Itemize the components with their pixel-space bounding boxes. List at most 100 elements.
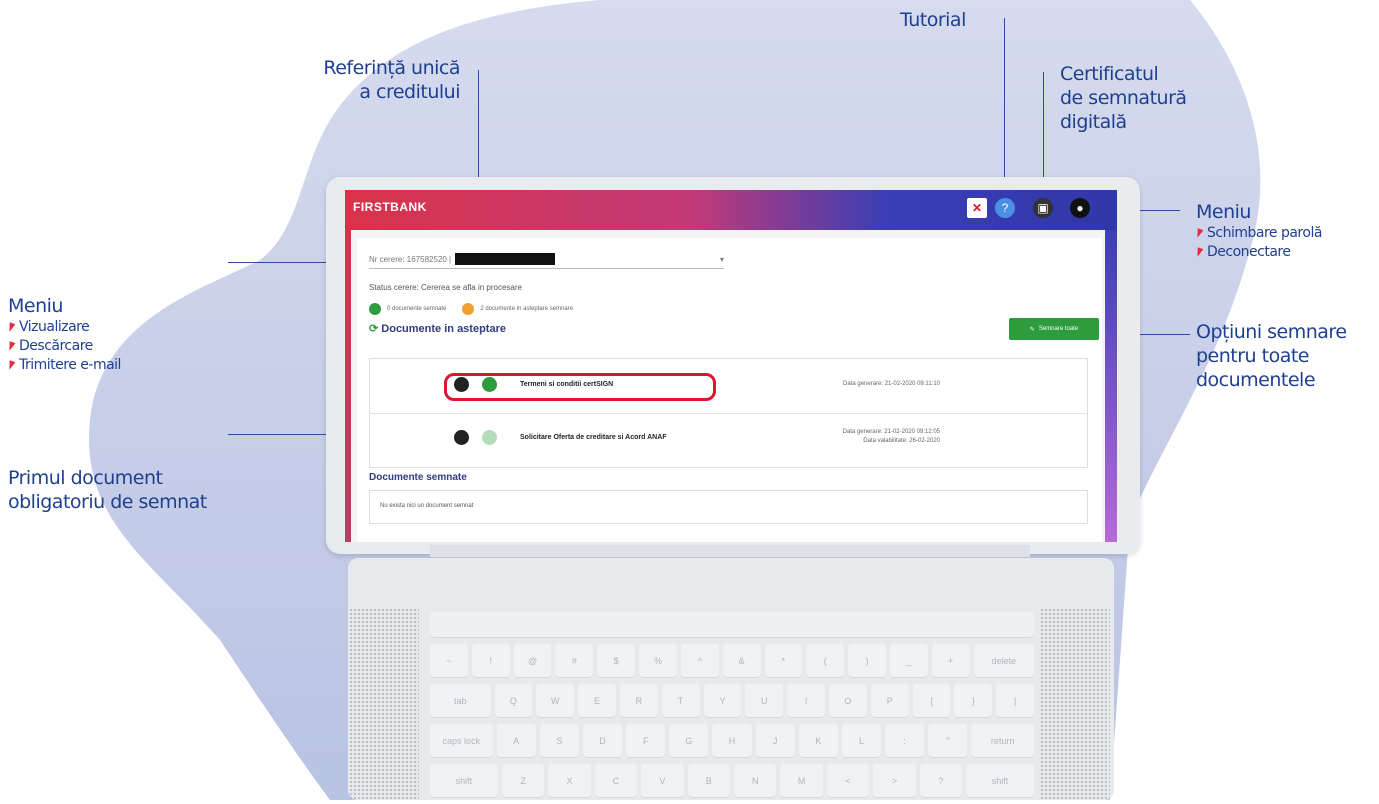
bullet-icon: [6, 322, 16, 333]
document-menu-icon[interactable]: [454, 430, 469, 445]
document-menu-icon[interactable]: [454, 377, 469, 392]
keyboard-key: tab: [430, 684, 491, 718]
certificate-icon[interactable]: ▣: [1033, 198, 1053, 218]
document-row: Solicitare Oferta de creditare si Acord …: [370, 413, 1087, 468]
keyboard-key: @: [513, 644, 552, 678]
app-header: FIRSTBANK ✕ ? ▣ ●: [345, 190, 1117, 230]
pen-icon: ✎: [1029, 326, 1035, 333]
document-name[interactable]: Termeni si conditii certSIGN: [520, 381, 613, 388]
chevron-down-icon: ▾: [719, 254, 724, 264]
menu-top-item: Deconectare: [1194, 243, 1322, 262]
touch-bar: [430, 612, 1034, 638]
bullet-icon: [1194, 228, 1204, 239]
request-select[interactable]: Nr cerere: 167582520 | ▾: [369, 250, 724, 269]
keyboard-key: K: [798, 724, 838, 758]
key-row-numbers: ~! @ # $% ^ & *() _ + delete: [430, 644, 1035, 678]
signed-documents: Nu exista nici un document semnat: [369, 490, 1088, 524]
sign-icon[interactable]: [482, 377, 497, 392]
close-icon[interactable]: ✕: [967, 198, 987, 218]
keyboard-key: S: [539, 724, 579, 758]
key-row-bottom: shift Z X C V B N M < >? shift: [430, 764, 1034, 798]
keyboard-key: #: [555, 644, 594, 678]
signed-count: 0 documente semnate: [387, 306, 447, 312]
keyboard-key: Z: [501, 764, 545, 798]
first-doc-line1: Primul document: [8, 467, 163, 489]
keyboard-key: !: [471, 644, 510, 678]
keyboard-key: delete: [973, 644, 1035, 678]
keyboard-key: J: [755, 724, 795, 758]
first-doc-line2: obligatoriu de semnat: [8, 491, 207, 513]
pending-icon: [462, 303, 475, 315]
document-date: Data generare: 21-02-2020 09:12:05: [842, 429, 940, 435]
pending-section-title: ⟳ Documente in asteptare: [369, 323, 506, 335]
keyboard-key: O: [829, 684, 867, 718]
keyboard-key: +: [931, 644, 970, 678]
key-row-home: caps lock A S D F G H J K L: " return: [430, 724, 1034, 758]
right-gradient-strip: [1105, 230, 1117, 542]
keyboard-key: Q: [494, 684, 533, 718]
certificate-line2: de semnatură: [1060, 87, 1187, 109]
keyboard-key: C: [594, 764, 638, 798]
keyboard-key: %: [639, 644, 677, 678]
keyboard-key: A: [496, 724, 536, 758]
keyboard-key: }: [954, 684, 993, 718]
menu-top-title: Meniu: [1196, 201, 1251, 223]
tutorial-annotation: Tutorial: [900, 8, 966, 32]
bullet-icon: [1194, 247, 1204, 258]
keyboard-key: *: [764, 644, 803, 678]
keyboard-key: ": [928, 724, 968, 758]
document-row: Termeni si conditii certSIGN Data genera…: [370, 359, 1087, 413]
keyboard-key: |: [996, 684, 1035, 718]
tutorial-label: Tutorial: [900, 9, 966, 31]
menu-left-title: Meniu: [8, 295, 63, 317]
keyboard-key: <: [826, 764, 870, 798]
speaker-grille-left: [349, 608, 419, 800]
menu-top-item: Schimbare parolă: [1194, 224, 1322, 243]
keyboard-key: :: [885, 724, 925, 758]
keyboard-key: W: [536, 684, 575, 718]
menu-left-item: Descărcare: [6, 337, 121, 356]
keyboard-key: Y: [703, 684, 742, 718]
laptop-hinge: [430, 545, 1030, 557]
request-label: Nr cerere: 167582520 |: [369, 254, 452, 264]
signed-section-title: Documente semnate: [369, 472, 467, 483]
keyboard-key: _: [889, 644, 928, 678]
keyboard-key: P: [870, 684, 909, 718]
keyboard-key: V: [641, 764, 684, 798]
keyboard-key: N: [733, 764, 777, 798]
keyboard-key: ^: [680, 644, 719, 678]
sign-all-annotation: Opțiuni semnare pentru toate documentele: [1196, 320, 1347, 392]
keyboard-key: (: [806, 644, 845, 678]
keyboard-key: ?: [919, 764, 963, 798]
reference-line2: a creditului: [359, 81, 460, 103]
refresh-icon: ⟳: [369, 323, 379, 335]
keyboard-key: D: [582, 724, 623, 758]
menu-left-item: Vizualizare: [6, 318, 121, 337]
check-icon: [369, 303, 381, 315]
keyboard-key: L: [841, 724, 882, 758]
key-row-top: tab Q W E R T Y U I O P{} |: [430, 684, 1035, 718]
keyboard-key: B: [687, 764, 730, 798]
keyboard-key: M: [780, 764, 823, 798]
tutorial-icon[interactable]: ?: [995, 198, 1015, 218]
sign-icon[interactable]: [482, 430, 497, 445]
speaker-grille-right: [1040, 608, 1110, 800]
app-screen: FIRSTBANK ✕ ? ▣ ● Nr cerere: 167582520 |…: [345, 190, 1117, 542]
keyboard-key: E: [578, 684, 616, 718]
keyboard-key: F: [626, 724, 666, 758]
sign-all-line3: documentele: [1196, 369, 1316, 391]
sign-all-button[interactable]: ✎ Semnare toate: [1009, 318, 1099, 340]
keyboard-key: ): [848, 644, 886, 678]
certificate-line1: Certificatul: [1060, 63, 1159, 85]
keyboard-key: shift: [430, 764, 498, 798]
tutorial-connector: [1004, 18, 1005, 188]
keyboard-key: U: [745, 684, 784, 718]
keyboard: ~! @ # $% ^ & *() _ + delete tab Q W E R T Y U I O P{} | cap…: [430, 612, 1035, 804]
bullet-icon: [6, 360, 16, 371]
keyboard-key: I: [787, 684, 825, 718]
document-name[interactable]: Solicitare Oferta de creditare si Acord …: [520, 434, 667, 441]
redacted-block: [455, 253, 556, 265]
keyboard-key: H: [712, 724, 752, 758]
user-menu-icon[interactable]: ●: [1070, 198, 1090, 218]
certificate-connector: [1043, 72, 1044, 192]
